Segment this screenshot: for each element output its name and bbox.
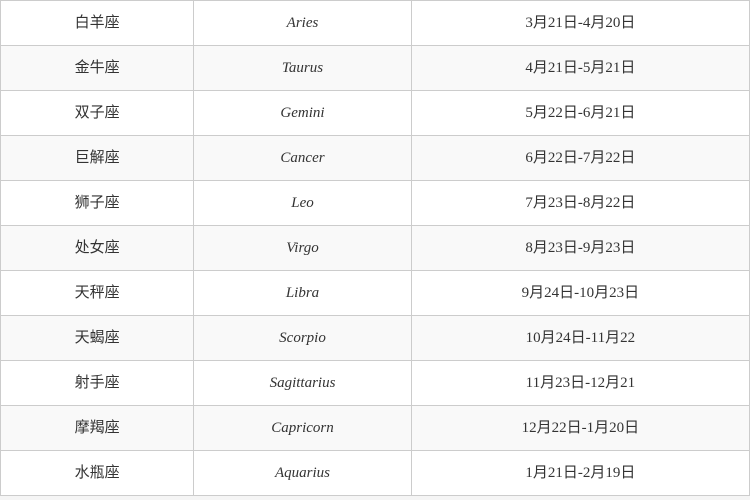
chinese-name: 水瓶座 — [1, 451, 194, 496]
chinese-name: 射手座 — [1, 361, 194, 406]
chinese-name: 天蝎座 — [1, 316, 194, 361]
table-row: 狮子座Leo7月23日-8月22日 — [1, 181, 750, 226]
date-range: 12月22日-1月20日 — [411, 406, 749, 451]
date-range: 11月23日-12月21 — [411, 361, 749, 406]
table-row: 天蝎座Scorpio10月24日-11月22 — [1, 316, 750, 361]
zodiac-table: 白羊座Aries3月21日-4月20日金牛座Taurus4月21日-5月21日双… — [0, 0, 750, 496]
chinese-name: 金牛座 — [1, 46, 194, 91]
english-name: Aries — [194, 1, 411, 46]
table-row: 天秤座Libra9月24日-10月23日 — [1, 271, 750, 316]
date-range: 6月22日-7月22日 — [411, 136, 749, 181]
english-name: Libra — [194, 271, 411, 316]
zodiac-table-container: 白羊座Aries3月21日-4月20日金牛座Taurus4月21日-5月21日双… — [0, 0, 750, 500]
chinese-name: 处女座 — [1, 226, 194, 271]
date-range: 9月24日-10月23日 — [411, 271, 749, 316]
chinese-name: 摩羯座 — [1, 406, 194, 451]
table-row: 摩羯座Capricorn12月22日-1月20日 — [1, 406, 750, 451]
table-row: 白羊座Aries3月21日-4月20日 — [1, 1, 750, 46]
english-name: Leo — [194, 181, 411, 226]
table-row: 巨解座Cancer6月22日-7月22日 — [1, 136, 750, 181]
date-range: 10月24日-11月22 — [411, 316, 749, 361]
date-range: 4月21日-5月21日 — [411, 46, 749, 91]
english-name: Virgo — [194, 226, 411, 271]
english-name: Scorpio — [194, 316, 411, 361]
chinese-name: 巨解座 — [1, 136, 194, 181]
chinese-name: 天秤座 — [1, 271, 194, 316]
chinese-name: 狮子座 — [1, 181, 194, 226]
chinese-name: 双子座 — [1, 91, 194, 136]
english-name: Sagittarius — [194, 361, 411, 406]
date-range: 8月23日-9月23日 — [411, 226, 749, 271]
english-name: Capricorn — [194, 406, 411, 451]
chinese-name: 白羊座 — [1, 1, 194, 46]
date-range: 7月23日-8月22日 — [411, 181, 749, 226]
english-name: Taurus — [194, 46, 411, 91]
table-row: 水瓶座Aquarius1月21日-2月19日 — [1, 451, 750, 496]
date-range: 1月21日-2月19日 — [411, 451, 749, 496]
date-range: 3月21日-4月20日 — [411, 1, 749, 46]
english-name: Aquarius — [194, 451, 411, 496]
table-row: 金牛座Taurus4月21日-5月21日 — [1, 46, 750, 91]
table-row: 射手座Sagittarius11月23日-12月21 — [1, 361, 750, 406]
english-name: Cancer — [194, 136, 411, 181]
table-row: 双子座Gemini5月22日-6月21日 — [1, 91, 750, 136]
table-row: 处女座Virgo8月23日-9月23日 — [1, 226, 750, 271]
english-name: Gemini — [194, 91, 411, 136]
date-range: 5月22日-6月21日 — [411, 91, 749, 136]
